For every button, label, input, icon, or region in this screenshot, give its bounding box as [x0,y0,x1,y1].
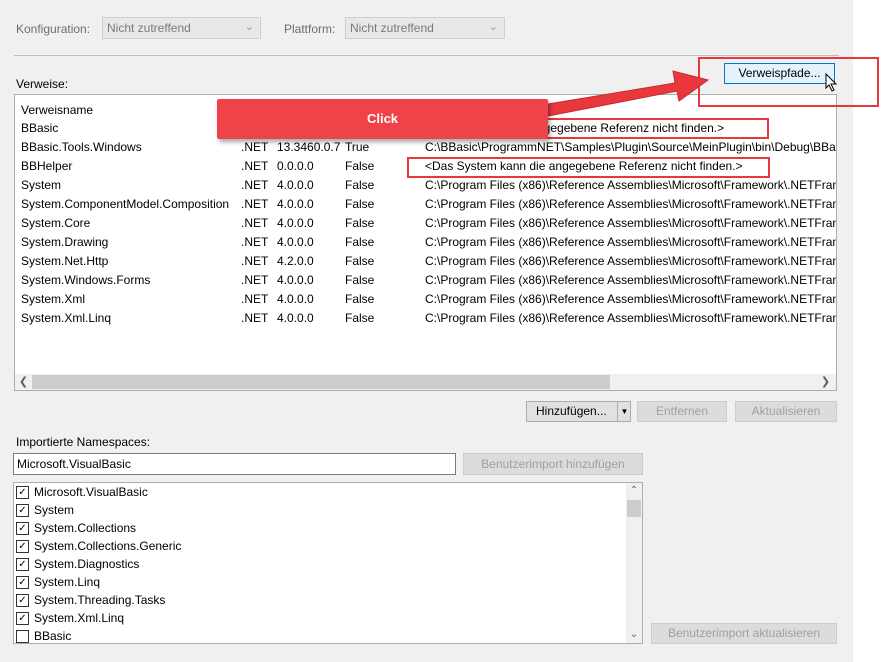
click-callout: Click [217,99,548,139]
mouse-cursor-icon [825,73,838,92]
arrow-icon [547,70,710,117]
